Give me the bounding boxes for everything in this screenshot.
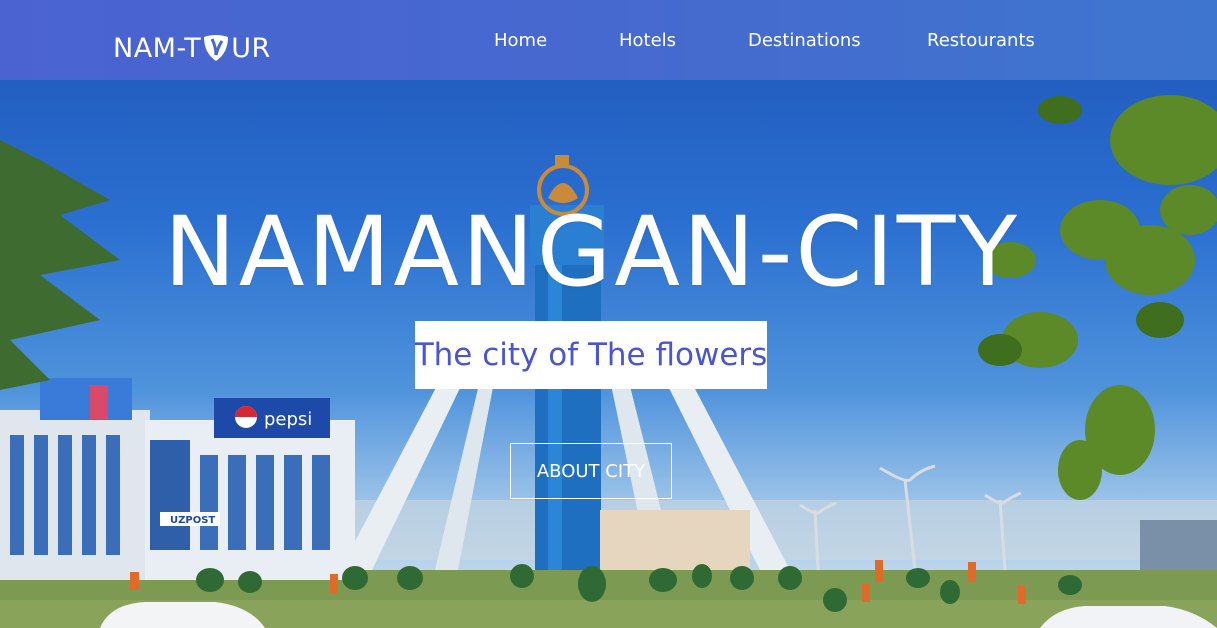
city-scene-illustration: pepsi UZPOST [0, 95, 1217, 628]
hero-background: pepsi UZPOST [0, 0, 1217, 628]
left-building: pepsi UZPOST [0, 378, 355, 580]
top-navbar: NAM-T UR Home Hotels Destinations Restou… [0, 0, 1217, 80]
nav-item-hotels[interactable]: Hotels [619, 30, 676, 51]
about-city-button[interactable]: ABOUT CITY [510, 443, 672, 499]
main-nav: Home Hotels Destinations Restourants [0, 30, 1217, 54]
nav-item-destinations[interactable]: Destinations [748, 30, 861, 51]
hero-title: NAMANGAN-CITY [164, 196, 1020, 308]
uzpost-sign-text: UZPOST [170, 515, 215, 526]
nav-item-home[interactable]: Home [494, 30, 547, 51]
hero-subtitle: The city of The flowers [415, 321, 767, 389]
pepsi-sign-text: pepsi [264, 409, 312, 430]
nav-item-restaurants[interactable]: Restourants [927, 30, 1035, 51]
